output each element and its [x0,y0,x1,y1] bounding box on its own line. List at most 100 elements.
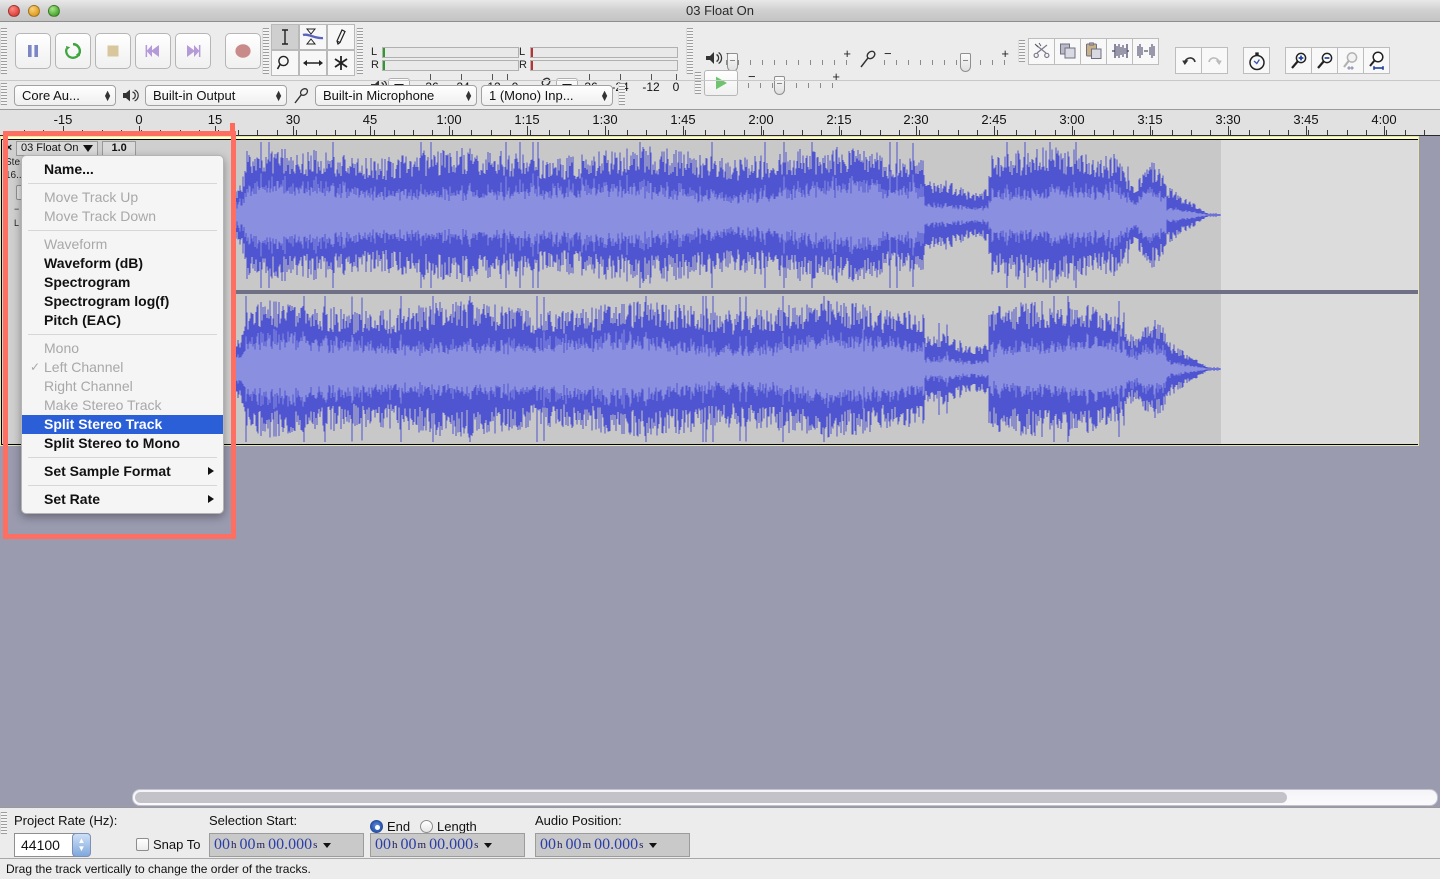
menu-item-set-sample-format[interactable]: Set Sample Format [22,462,223,481]
menu-item-spectrogram[interactable]: Spectrogram [22,273,223,292]
hours-value: 00 [375,836,391,853]
copy-button[interactable] [1054,37,1081,65]
skip-to-start-button[interactable] [135,33,171,69]
tools-toolbar-grip[interactable] [262,28,269,74]
project-rate-stepper[interactable]: ▲ ▼ [72,833,91,857]
playback-device-select[interactable]: Built-in Output ▲ ▼ [145,85,287,106]
trim-audio-button[interactable] [1106,37,1133,65]
menu-item-label: Split Stereo to Mono [44,435,181,451]
ruler-minor-tick [355,130,356,135]
menu-item-spectrogram-log-f[interactable]: Spectrogram log(f) [22,292,223,311]
ruler-minor-tick [899,130,900,135]
edit-toolbar-grip[interactable] [1018,40,1025,62]
menu-item-set-rate[interactable]: Set Rate [22,490,223,509]
length-radio-button[interactable] [420,820,433,833]
stepper-arrows-icon: ▲ ▼ [464,87,473,103]
waveform-right[interactable] [233,294,1221,444]
waveform-left[interactable] [233,140,1221,290]
end-radio-row[interactable]: End [370,819,410,834]
record-button[interactable] [225,33,261,69]
track-gain-display[interactable]: 1.0 [102,140,136,156]
menu-item-label: Name... [44,161,94,177]
multi-tool[interactable] [327,50,355,76]
menu-item-label: Set Rate [44,491,101,507]
menu-separator [28,457,217,458]
menu-item-name[interactable]: Name... [22,160,223,179]
length-radio-row[interactable]: Length [420,819,477,834]
draw-tool[interactable] [327,24,355,50]
menu-item-pitch-eac[interactable]: Pitch (EAC) [22,311,223,330]
recording-device-select[interactable]: Built-in Microphone ▲ ▼ [315,85,477,106]
track-title-dropdown[interactable]: 03 Float On [16,140,99,156]
zoom-toolbar [1285,47,1390,74]
minutes-unit: m [256,839,266,851]
menu-item-waveform-db[interactable]: Waveform (dB) [22,254,223,273]
meter-label-right: R [519,59,527,71]
selection-end-time[interactable]: 00 h 00 m 00.000 s [370,833,525,857]
mixer-toolbar-grip[interactable] [686,28,693,74]
transport-toolbar-grip[interactable] [0,28,7,74]
ruler-minor-tick [1308,130,1309,135]
ruler-minor-tick [82,130,83,135]
skip-to-end-button[interactable] [175,33,211,69]
ruler-label: 1:30 [592,112,618,127]
playhead-marker[interactable] [230,123,235,135]
device-toolbar-grip[interactable] [0,83,7,105]
selection-tool[interactable] [271,24,299,50]
cut-button[interactable] [1028,37,1055,65]
selection-start-time[interactable]: 00 h 00 m 00.000 s [209,833,364,857]
timeline-ruler[interactable]: -15 0 15 30 45 1:00 1:15 1:30 1:45 2:00 … [0,110,1440,136]
zoom-tool[interactable] [271,50,299,76]
ruler-minor-tick [238,130,239,135]
end-radio-button[interactable] [370,820,383,833]
chevron-down-icon [83,144,94,152]
mixer-toolbar [686,22,693,80]
snap-to-checkbox-row[interactable]: Snap To [136,837,200,852]
zoom-out-button[interactable] [1311,47,1338,74]
seconds-value: 00.000 [594,836,639,853]
output-meter[interactable]: L R [370,46,522,72]
output-meter-grip[interactable] [356,28,363,74]
fit-project-button[interactable] [1363,47,1390,74]
paste-button[interactable] [1080,37,1107,65]
chevron-down-icon[interactable] [323,842,332,848]
input-volume-slider[interactable]: − + [884,46,1009,72]
menu-item-split-stereo-track[interactable]: Split Stereo Track [22,415,223,434]
envelope-tool[interactable] [299,24,327,50]
sync-lock-button[interactable] [1243,47,1270,74]
input-meter[interactable]: L R [518,46,680,72]
pause-button[interactable] [15,33,51,69]
snap-to-label: Snap To [153,837,201,852]
stop-button[interactable] [95,33,131,69]
selection-toolbar-grip[interactable] [0,812,7,834]
waveform-channel-left[interactable] [233,140,1418,290]
audio-position-time[interactable]: 00 h 00 m 00.000 s [535,833,690,857]
ruler-label: 45 [362,112,378,127]
recording-channels-select[interactable]: 1 (Mono) Inp... ▲ ▼ [481,85,613,106]
ruler-minor-tick [1386,130,1387,135]
audio-position-label: Audio Position: [535,813,622,828]
horizontal-scrollbar[interactable] [132,789,1438,806]
chevron-down-icon[interactable] [484,842,493,848]
ruler-minor-tick [666,130,667,135]
project-rate-input[interactable]: 44100 [14,833,78,857]
ruler-major-tick [1228,126,1229,135]
close-track-button[interactable]: × [2,142,16,154]
audio-host-select[interactable]: Core Au... ▲ ▼ [14,85,116,106]
play-loop-button[interactable] [55,33,91,69]
silence-audio-button[interactable] [1132,37,1159,65]
ruler-minor-tick [102,130,103,135]
device-toolbar-grip-right[interactable] [618,83,625,105]
track-context-menu[interactable]: Name... Move Track Up Move Track Down Wavef… [21,155,224,514]
scrollbar-thumb[interactable] [135,792,1287,803]
snap-to-checkbox[interactable] [136,838,149,851]
tools-toolbar [262,22,356,80]
ruler-minor-tick [569,130,570,135]
stepper-arrows-icon: ▲ ▼ [274,87,283,103]
menu-item-split-stereo-to-mono[interactable]: Split Stereo to Mono [22,434,223,453]
chevron-down-icon[interactable] [649,842,658,848]
zoom-in-button[interactable] [1285,47,1312,74]
time-shift-tool[interactable] [299,50,327,76]
undo-button[interactable] [1175,47,1202,74]
waveform-channel-right[interactable] [233,294,1418,444]
